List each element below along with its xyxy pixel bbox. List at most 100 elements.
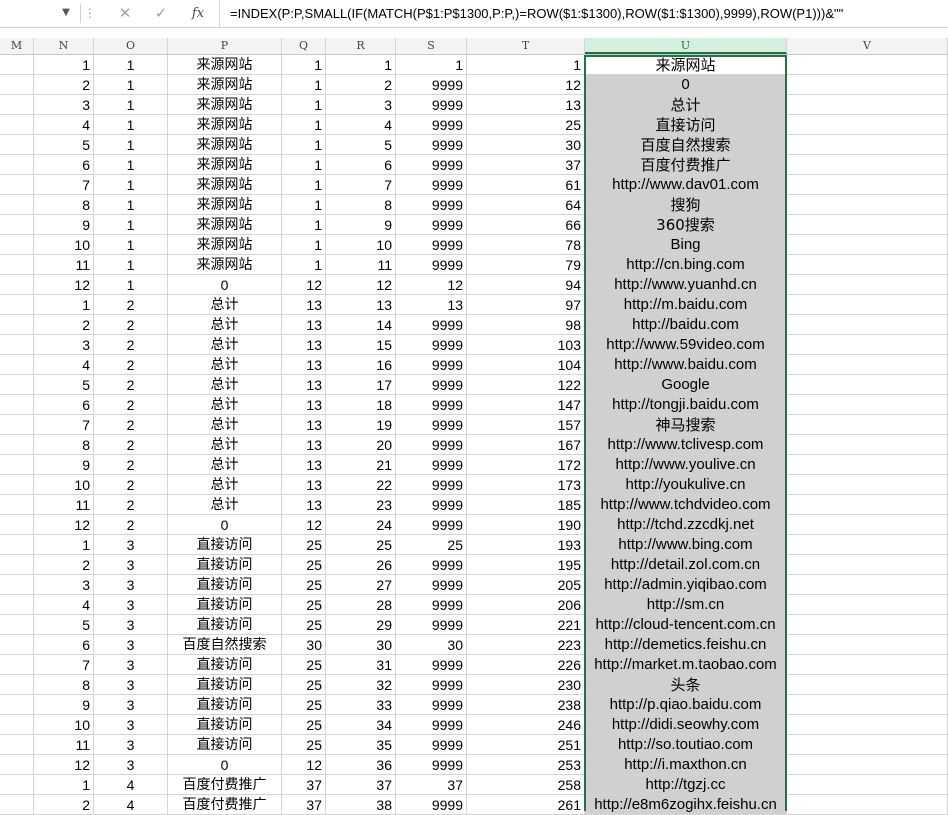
- cell-t[interactable]: 246: [467, 715, 585, 735]
- cell-n[interactable]: 6: [34, 635, 94, 655]
- cell-n[interactable]: 2: [34, 315, 94, 335]
- cell-n[interactable]: 4: [34, 355, 94, 375]
- cell-s[interactable]: 13: [396, 295, 467, 315]
- cell-q[interactable]: 13: [282, 295, 326, 315]
- cell-n[interactable]: 12: [34, 275, 94, 295]
- cell-t[interactable]: 157: [467, 415, 585, 435]
- cell-m[interactable]: [0, 535, 34, 555]
- cell-u[interactable]: http://www.tclivesp.com: [585, 435, 787, 455]
- cell-o[interactable]: 1: [94, 175, 168, 195]
- cell-p[interactable]: 直接访问: [168, 595, 282, 615]
- cell-n[interactable]: 4: [34, 595, 94, 615]
- cell-o[interactable]: 4: [94, 775, 168, 795]
- cell-p[interactable]: 直接访问: [168, 695, 282, 715]
- cell-t[interactable]: 30: [467, 135, 585, 155]
- cell-m[interactable]: [0, 155, 34, 175]
- cell-v[interactable]: [787, 95, 948, 115]
- cell-q[interactable]: 1: [282, 175, 326, 195]
- cell-t[interactable]: 37: [467, 155, 585, 175]
- cell-q[interactable]: 25: [282, 555, 326, 575]
- cell-q[interactable]: 30: [282, 635, 326, 655]
- cell-q[interactable]: 13: [282, 495, 326, 515]
- cell-m[interactable]: [0, 555, 34, 575]
- cell-p[interactable]: 来源网站: [168, 215, 282, 235]
- cell-o[interactable]: 3: [94, 675, 168, 695]
- cell-p[interactable]: 来源网站: [168, 95, 282, 115]
- cell-q[interactable]: 1: [282, 255, 326, 275]
- cell-p[interactable]: 直接访问: [168, 535, 282, 555]
- cell-r[interactable]: 1: [326, 55, 396, 75]
- cell-o[interactable]: 2: [94, 395, 168, 415]
- cell-s[interactable]: 37: [396, 775, 467, 795]
- cell-q[interactable]: 25: [282, 735, 326, 755]
- cell-n[interactable]: 3: [34, 575, 94, 595]
- cell-t[interactable]: 61: [467, 175, 585, 195]
- cell-q[interactable]: 1: [282, 235, 326, 255]
- cell-v[interactable]: [787, 135, 948, 155]
- cell-s[interactable]: 12: [396, 275, 467, 295]
- cell-s[interactable]: 9999: [396, 135, 467, 155]
- cell-u[interactable]: Bing: [585, 235, 787, 255]
- column-header-o[interactable]: O: [94, 38, 168, 54]
- cell-s[interactable]: 9999: [396, 475, 467, 495]
- cell-p[interactable]: 总计: [168, 295, 282, 315]
- cell-u[interactable]: 总计: [585, 95, 787, 115]
- cell-u[interactable]: http://didi.seowhy.com: [585, 715, 787, 735]
- cell-n[interactable]: 5: [34, 135, 94, 155]
- cell-u[interactable]: http://tgzj.cc: [585, 775, 787, 795]
- column-header-q[interactable]: Q: [282, 38, 326, 54]
- cell-r[interactable]: 6: [326, 155, 396, 175]
- cell-s[interactable]: 9999: [396, 695, 467, 715]
- cell-v[interactable]: [787, 215, 948, 235]
- cell-p[interactable]: 来源网站: [168, 235, 282, 255]
- cell-n[interactable]: 6: [34, 395, 94, 415]
- cell-m[interactable]: [0, 95, 34, 115]
- cell-t[interactable]: 253: [467, 755, 585, 775]
- cell-u[interactable]: http://cn.bing.com: [585, 255, 787, 275]
- cancel-icon[interactable]: ✕: [114, 4, 136, 23]
- cell-v[interactable]: [787, 335, 948, 355]
- cell-t[interactable]: 66: [467, 215, 585, 235]
- cell-n[interactable]: 11: [34, 735, 94, 755]
- enter-checkmark-icon[interactable]: ✓: [150, 4, 172, 23]
- cell-q[interactable]: 37: [282, 795, 326, 815]
- cell-t[interactable]: 185: [467, 495, 585, 515]
- cell-m[interactable]: [0, 695, 34, 715]
- cell-t[interactable]: 13: [467, 95, 585, 115]
- cell-t[interactable]: 205: [467, 575, 585, 595]
- cell-p[interactable]: 直接访问: [168, 555, 282, 575]
- cell-p[interactable]: 来源网站: [168, 175, 282, 195]
- drag-handle-icon[interactable]: ⋮: [84, 5, 96, 21]
- cell-s[interactable]: 1: [396, 55, 467, 75]
- cell-u[interactable]: http://tongji.baidu.com: [585, 395, 787, 415]
- cell-t[interactable]: 12: [467, 75, 585, 95]
- cell-v[interactable]: [787, 275, 948, 295]
- cell-r[interactable]: 26: [326, 555, 396, 575]
- cell-o[interactable]: 1: [94, 75, 168, 95]
- cell-o[interactable]: 3: [94, 655, 168, 675]
- cell-r[interactable]: 4: [326, 115, 396, 135]
- cell-q[interactable]: 13: [282, 415, 326, 435]
- cell-s[interactable]: 25: [396, 535, 467, 555]
- cell-m[interactable]: [0, 195, 34, 215]
- cell-u[interactable]: 搜狗: [585, 195, 787, 215]
- cell-p[interactable]: 0: [168, 515, 282, 535]
- cell-r[interactable]: 10: [326, 235, 396, 255]
- cell-q[interactable]: 25: [282, 595, 326, 615]
- cell-r[interactable]: 7: [326, 175, 396, 195]
- cell-v[interactable]: [787, 175, 948, 195]
- cell-o[interactable]: 1: [94, 235, 168, 255]
- cell-p[interactable]: 0: [168, 275, 282, 295]
- cell-u[interactable]: http://detail.zol.com.cn: [585, 555, 787, 575]
- cell-m[interactable]: [0, 675, 34, 695]
- cell-o[interactable]: 1: [94, 215, 168, 235]
- cell-v[interactable]: [787, 395, 948, 415]
- cell-v[interactable]: [787, 595, 948, 615]
- column-header-r[interactable]: R: [326, 38, 396, 54]
- cell-t[interactable]: 251: [467, 735, 585, 755]
- cell-o[interactable]: 3: [94, 595, 168, 615]
- cell-u[interactable]: 头条: [585, 675, 787, 695]
- cell-t[interactable]: 190: [467, 515, 585, 535]
- cell-m[interactable]: [0, 655, 34, 675]
- cell-r[interactable]: 35: [326, 735, 396, 755]
